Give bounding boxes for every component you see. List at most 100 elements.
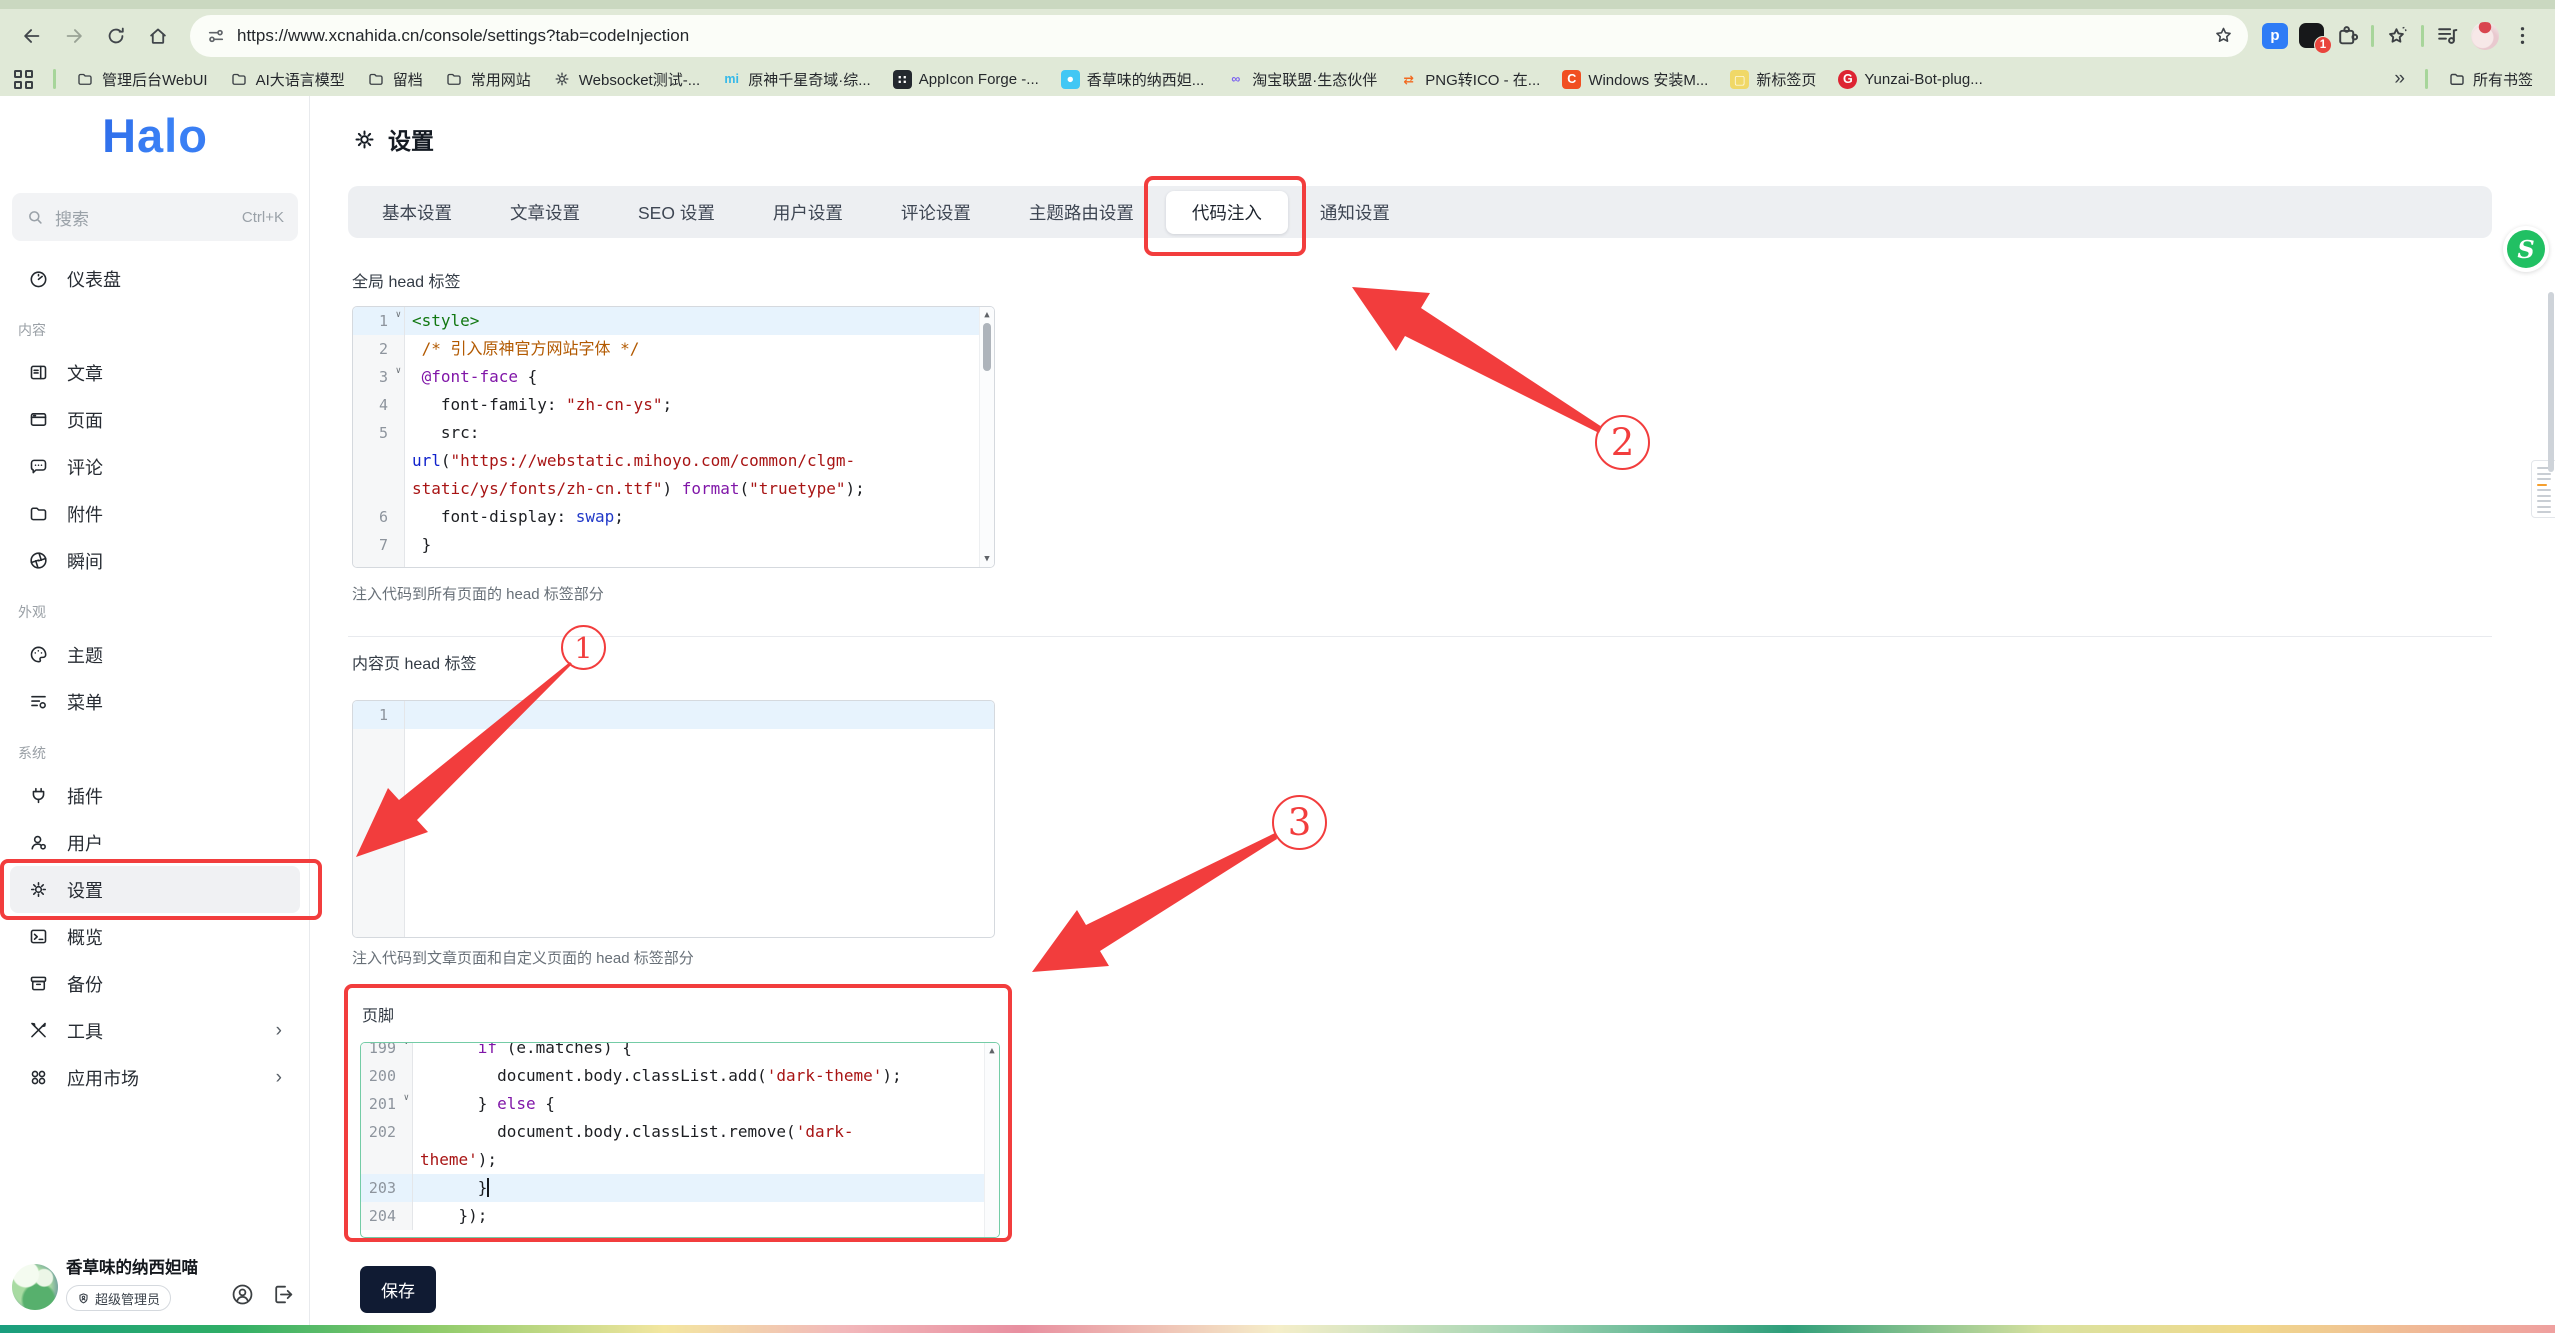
sidebar-item-label: 文章 [67,360,103,386]
bookmark-item[interactable]: Websocket测试-... [545,67,708,92]
themes-icon [28,644,49,665]
all-bookmarks-button[interactable]: 所有书签 [2440,67,2541,92]
bookmark-item[interactable]: AI大语言模型 [222,67,353,92]
home-icon[interactable] [138,16,178,56]
extension-p-icon[interactable]: p [2262,23,2288,49]
reload-icon[interactable] [96,16,136,56]
code-line: 200 document.body.classList.add('dark-th… [361,1062,999,1090]
forward-icon[interactable] [54,16,94,56]
favicon: ⇄ [1399,70,1418,89]
settings-tabbar: 基本设置文章设置SEO 设置用户设置评论设置主题路由设置代码注入通知设置 [348,186,2492,238]
halo-logo[interactable]: Halo [0,108,310,163]
fold-icon[interactable]: ∨ [404,1094,409,1103]
fold-icon[interactable]: ∨ [396,311,401,320]
sidebar-item-themes[interactable]: 主题 [10,631,300,678]
page-scrollbar[interactable] [2548,292,2554,472]
wallpaper-strip [0,1325,2555,1333]
code-editor-global-head[interactable]: 1∨<style>2 /* 引入原神官方网站字体 */3∨ @font-face… [352,306,995,568]
bookmark-item[interactable]: GYunzai-Bot-plug... [1830,68,1990,91]
search-icon [26,208,45,227]
tab-notification[interactable]: 通知设置 [1294,191,1416,234]
bookmark-item[interactable]: ∞淘宝联盟·生态伙伴 [1218,67,1385,92]
comments-icon [28,456,49,477]
window-frame [0,0,2555,9]
sidebar-item-overview[interactable]: 概览 [10,913,300,960]
all-bookmarks-label: 所有书签 [2473,69,2533,90]
star-extension-icon[interactable] [2385,23,2410,48]
address-bar[interactable]: https://www.xcnahida.cn/console/settings… [190,15,2248,57]
sidebar-item-posts[interactable]: 文章 [10,349,300,396]
sidebar-item-plugins[interactable]: 插件 [10,772,300,819]
bookmark-star-icon[interactable] [2206,19,2240,53]
sidebar-item-comments[interactable]: 评论 [10,443,300,490]
chevron-right-icon: › [276,1067,282,1089]
page-title: 设置 [352,122,434,156]
sidebar-item-label: 备份 [67,971,103,997]
gear-icon [553,70,572,89]
apps-grid-icon[interactable] [14,70,33,89]
fold-icon[interactable]: ∨ [396,367,401,376]
sidebar-item-settings[interactable]: 设置 [10,866,300,913]
logout-icon[interactable] [271,1282,296,1307]
bookmark-item[interactable]: ●香草味的纳西妲... [1053,67,1213,92]
sidebar-item-market[interactable]: 应用市场› [10,1054,300,1101]
sidebar-item-label: 附件 [67,501,103,527]
tab-routes[interactable]: 主题路由设置 [1003,191,1160,234]
fold-icon[interactable]: ∨ [404,1042,409,1047]
browser-profile-avatar[interactable] [2471,22,2499,50]
bookmark-label: Websocket测试-... [579,69,700,90]
site-info-icon[interactable] [206,26,226,46]
tab-post[interactable]: 文章设置 [484,191,606,234]
tab-codeInjection[interactable]: 代码注入 [1166,191,1288,234]
bookmark-item[interactable]: mi原神千星奇域·综... [714,67,879,92]
bookmarks-overflow-chevron[interactable]: » [2386,68,2413,90]
tab-seo[interactable]: SEO 设置 [612,191,741,234]
sidebar-item-dashboard[interactable]: 仪表盘 [10,255,300,302]
sidebar-item-backup[interactable]: 备份 [10,960,300,1007]
bookmark-label: 原神千星奇域·综... [748,69,871,90]
favicon: ▢ [1730,70,1749,89]
code-editor-content-head[interactable]: 1 [352,700,995,938]
bookmark-label: AI大语言模型 [256,69,345,90]
notification-count-badge: 1 [2314,36,2332,54]
tab-user[interactable]: 用户设置 [747,191,869,234]
url-text[interactable]: https://www.xcnahida.cn/console/settings… [237,26,2195,46]
save-button[interactable]: 保存 [360,1266,436,1313]
bookmark-item[interactable]: ∷AppIcon Forge -... [885,68,1047,91]
search-input[interactable]: 搜索 Ctrl+K [12,193,298,241]
bookmark-item[interactable]: CWindows 安装M... [1554,67,1716,92]
playlist-extension-icon[interactable] [2435,23,2460,48]
bookmark-item[interactable]: 留档 [359,67,431,92]
sidebar-item-label: 概览 [67,924,103,950]
code-line: 204 }); [361,1202,999,1230]
sidebar-item-attachments[interactable]: 附件 [10,490,300,537]
search-placeholder: 搜索 [55,205,89,230]
tab-comment[interactable]: 评论设置 [875,191,997,234]
sidebar-item-menus[interactable]: 菜单 [10,678,300,725]
code-line: 4 font-family: "zh-cn-ys"; [353,391,994,419]
editor-scrollbar[interactable]: ▲ [984,1043,999,1237]
browser-menu-icon[interactable] [2510,23,2535,48]
extension-notify-icon[interactable]: 1 [2299,23,2324,48]
code-editor-footer[interactable]: 199∨ if (e.matches) {200 document.body.c… [360,1042,1000,1238]
sidebar-item-label: 工具 [67,1018,103,1044]
extensions-puzzle-icon[interactable] [2335,23,2360,48]
shield-icon [77,1292,90,1305]
sidebar-item-pages[interactable]: 页面 [10,396,300,443]
bookmark-item[interactable]: 管理后台WebUI [68,67,216,92]
favicon: ∷ [893,70,912,89]
sidebar-item-moments[interactable]: 瞬间 [10,537,300,584]
editor-scrollbar[interactable]: ▲▼ [979,307,994,567]
bookmark-item[interactable]: ⇄ PNG转ICO - 在... [1391,67,1548,92]
sidebar-item-label: 仪表盘 [67,266,121,292]
bookmark-label: PNG转ICO - 在... [1425,69,1540,90]
back-icon[interactable] [12,16,52,56]
floating-extension-button[interactable]: S [2503,226,2549,272]
profile-icon[interactable] [230,1282,255,1307]
bookmark-label: 淘宝联盟·生态伙伴 [1252,69,1377,90]
sidebar-item-users[interactable]: 用户 [10,819,300,866]
sidebar-item-tools[interactable]: 工具› [10,1007,300,1054]
bookmark-item[interactable]: ▢新标签页 [1722,67,1824,92]
bookmark-item[interactable]: 常用网站 [437,67,539,92]
tab-basic[interactable]: 基本设置 [356,191,478,234]
